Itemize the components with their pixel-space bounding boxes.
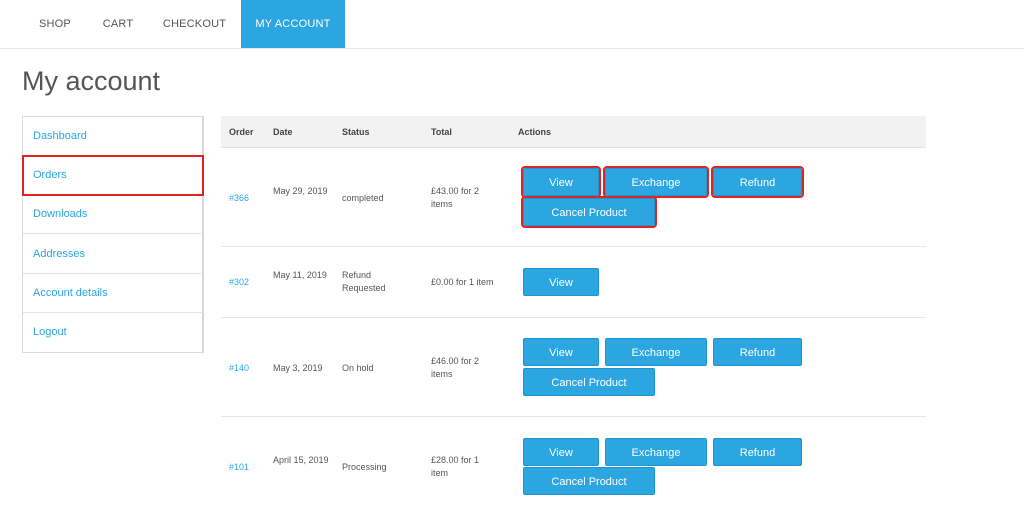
view-button[interactable]: View <box>521 166 601 198</box>
order-number-link[interactable]: #302 <box>229 276 249 289</box>
order-status: completed <box>342 193 384 203</box>
exchange-button[interactable]: Exchange <box>605 438 707 466</box>
page-title: My account <box>22 66 161 96</box>
header-actions: Actions <box>518 127 552 137</box>
exchange-button[interactable]: Exchange <box>605 338 707 366</box>
order-total: £46.00 for 2 items <box>431 356 480 379</box>
header-total: Total <box>431 127 452 137</box>
refund-button[interactable]: Refund <box>713 338 802 366</box>
order-number-link[interactable]: #366 <box>229 192 249 205</box>
order-date: May 29, 2019 <box>273 186 328 196</box>
sidebar-item-orders[interactable]: Orders <box>22 155 204 196</box>
order-date: May 11, 2019 <box>273 270 327 280</box>
account-sidebar: Dashboard Orders Downloads Addresses Acc… <box>22 116 204 353</box>
order-date: April 15, 2019 <box>273 455 329 465</box>
table-row: #302 May 11, 2019 Refund Requested £0.00… <box>221 247 926 318</box>
view-button[interactable]: View <box>523 338 599 366</box>
order-status: Refund Requested <box>342 270 386 293</box>
cancel-product-button[interactable]: Cancel Product <box>523 467 655 495</box>
order-status: On hold <box>342 363 374 373</box>
sidebar-item-dashboard[interactable]: Dashboard <box>23 117 203 156</box>
view-button[interactable]: View <box>523 438 599 466</box>
view-button[interactable]: View <box>523 268 599 296</box>
order-total: £28.00 for 1 item <box>431 455 480 478</box>
cancel-product-button[interactable]: Cancel Product <box>521 196 657 228</box>
top-navigation: SHOP CART CHECKOUT MY ACCOUNT <box>0 0 1024 49</box>
order-status: Processing <box>342 462 387 472</box>
table-row: #101 April 15, 2019 Processing £28.00 fo… <box>221 417 926 512</box>
sidebar-item-logout[interactable]: Logout <box>23 313 203 352</box>
order-total: £0.00 for 1 item <box>431 277 494 287</box>
table-row: #140 May 3, 2019 On hold £46.00 for 2 it… <box>221 318 926 417</box>
order-number-link[interactable]: #101 <box>229 461 249 474</box>
exchange-button[interactable]: Exchange <box>603 166 709 198</box>
header-order: Order <box>229 127 254 137</box>
nav-shop[interactable]: SHOP <box>22 0 88 48</box>
sidebar-item-addresses[interactable]: Addresses <box>23 235 203 274</box>
refund-button[interactable]: Refund <box>713 438 802 466</box>
header-status: Status <box>342 127 370 137</box>
nav-my-account[interactable]: MY ACCOUNT <box>241 0 345 48</box>
order-date: May 3, 2019 <box>273 363 323 373</box>
table-row: #366 May 29, 2019 completed £43.00 for 2… <box>221 148 926 247</box>
sidebar-item-downloads[interactable]: Downloads <box>23 195 203 234</box>
header-date: Date <box>273 127 293 137</box>
order-number-link[interactable]: #140 <box>229 362 249 375</box>
table-header: Order Date Status Total Actions <box>221 116 926 148</box>
nav-cart[interactable]: CART <box>88 0 148 48</box>
sidebar-item-account-details[interactable]: Account details <box>23 274 203 313</box>
refund-button[interactable]: Refund <box>711 166 804 198</box>
order-total: £43.00 for 2 items <box>431 186 480 209</box>
cancel-product-button[interactable]: Cancel Product <box>523 368 655 396</box>
nav-checkout[interactable]: CHECKOUT <box>148 0 241 48</box>
